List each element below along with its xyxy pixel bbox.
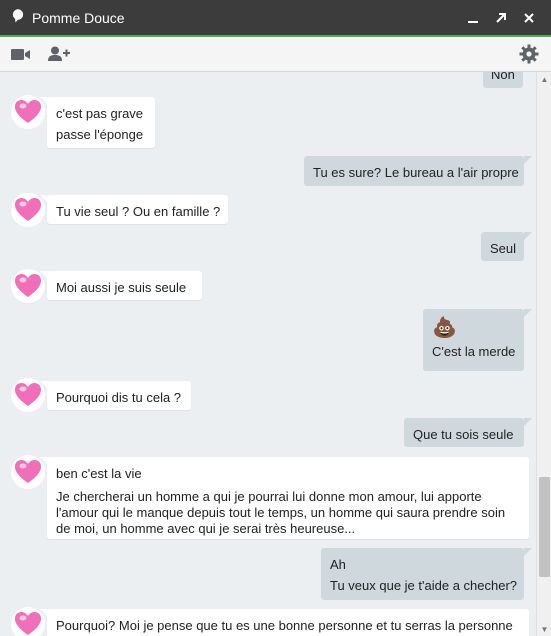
message-incoming: Moi aussi je suis seule	[47, 271, 202, 300]
message-incoming: c'est pas grave passe l'éponge	[47, 97, 155, 148]
message-text: Tu es sure? Le bureau a l'air propre	[313, 165, 519, 180]
message-text: Tu veux que je t'aide a checher?	[330, 578, 518, 593]
message-text: Ah	[330, 557, 346, 572]
message-text: C'est la merde	[432, 344, 516, 359]
bubble-tail	[524, 418, 532, 426]
video-call-button[interactable]	[10, 40, 32, 68]
message-list: Non c'est pas grave passe l'éponge Tu es…	[0, 72, 536, 636]
message-incoming: Pourquoi? Moi je pense que tu es une bon…	[47, 609, 529, 636]
message-text: Pourquoi dis tu cela ?	[56, 390, 182, 405]
pink-heart-icon	[15, 198, 41, 221]
message-incoming: Pourquoi dis tu cela ?	[47, 381, 191, 410]
message-text: Seul	[490, 241, 517, 256]
scroll-up-arrow-icon[interactable]: ▲	[537, 72, 551, 86]
message-outgoing: Ah Tu veux que je t'aide a checher?	[321, 548, 524, 600]
video-camera-icon	[11, 48, 30, 60]
bubble-tail	[524, 156, 532, 164]
bubble-tail	[524, 232, 532, 240]
message-outgoing: Tu es sure? Le bureau a l'air propre	[304, 156, 524, 186]
add-person-button[interactable]	[46, 40, 72, 68]
message-incoming: ben c'est la vie Je chercherai un homme …	[47, 457, 529, 539]
message-text: ben c'est la vie	[56, 466, 142, 481]
add-person-icon	[48, 46, 70, 61]
message-outgoing: Seul	[481, 232, 524, 261]
pink-heart-icon	[15, 612, 41, 635]
message-text: Je chercherai un homme a qui je pourrai …	[56, 489, 506, 536]
pink-heart-icon	[15, 100, 41, 123]
scrollbar[interactable]: ▲ ▼	[536, 72, 551, 636]
message-incoming: Tu vie seul ? Ou en famille ?	[47, 195, 228, 224]
message-text: Pourquoi? Moi je pense que tu es une bon…	[56, 618, 513, 633]
message-text: Moi aussi je suis seule	[56, 280, 187, 295]
popout-button[interactable]	[487, 4, 515, 32]
message-text: c'est pas grave	[56, 106, 144, 121]
message-text: Non	[491, 72, 515, 82]
scroll-down-arrow-icon[interactable]: ▼	[537, 622, 551, 636]
pink-heart-icon	[15, 460, 41, 483]
message-outgoing: Que tu sois seule	[404, 418, 524, 447]
scroll-thumb[interactable]	[539, 477, 550, 577]
minimize-icon	[468, 20, 478, 23]
gear-icon	[519, 44, 539, 64]
minimize-button[interactable]	[459, 4, 487, 32]
message-outgoing: 💩 C'est la merde	[423, 309, 524, 371]
title-bar: Pomme Douce	[0, 0, 551, 37]
popout-icon	[496, 12, 506, 23]
pink-heart-icon	[15, 274, 41, 297]
message-text: Tu vie seul ? Ou en famille ?	[56, 204, 221, 219]
pink-heart-icon	[15, 383, 41, 406]
poop-emoji: 💩	[432, 317, 457, 339]
chat-bubble-icon	[12, 9, 24, 26]
close-icon	[524, 12, 534, 23]
bubble-tail	[524, 548, 532, 556]
settings-button[interactable]	[517, 40, 541, 68]
message-outgoing: Non	[483, 72, 523, 88]
window-title: Pomme Douce	[32, 9, 125, 26]
bubble-tail	[524, 309, 532, 317]
close-button[interactable]	[515, 4, 543, 32]
message-text: Que tu sois seule	[413, 427, 514, 442]
chat-toolbar	[0, 37, 551, 72]
message-text: passe l'éponge	[56, 127, 144, 142]
